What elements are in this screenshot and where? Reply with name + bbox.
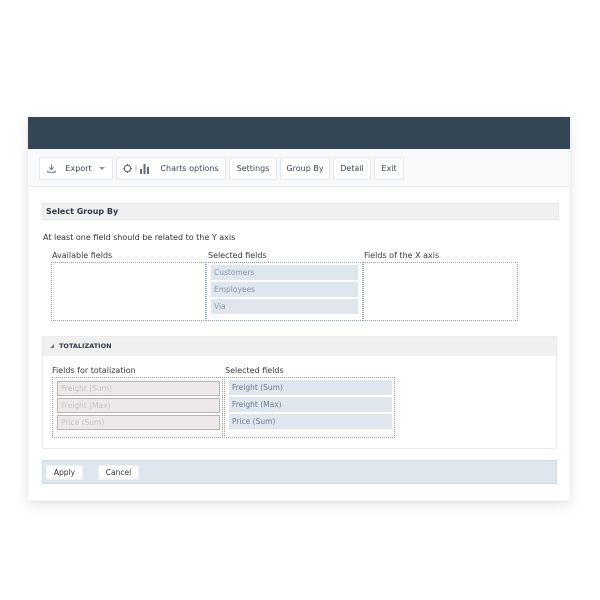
settings-label: Settings [236, 164, 270, 173]
list-item[interactable]: Freight (Sum) [229, 380, 392, 395]
group-by-label: Group By [286, 164, 324, 173]
export-button[interactable]: Export [39, 157, 113, 180]
fields-for-totalization-label: Fields for totalization [52, 366, 136, 375]
dialog-footer: Apply Cancel [42, 460, 557, 484]
exit-button[interactable]: Exit [374, 157, 404, 180]
x-axis-fields-list[interactable] [363, 262, 518, 321]
separator-icon [135, 164, 137, 173]
download-icon [47, 164, 57, 173]
list-item[interactable]: Freight (Max) [57, 398, 220, 413]
section-title: Select Group By [42, 203, 559, 220]
exit-label: Exit [381, 164, 397, 173]
group-by-dialog: Export Charts options Settings Group By … [28, 117, 570, 501]
selected-fields-label: Selected fields [208, 251, 267, 260]
totalization-panel: TOTALIZATION Fields for totalization Sel… [42, 336, 557, 449]
detail-button[interactable]: Detail [333, 157, 371, 180]
available-fields-list[interactable] [51, 262, 206, 321]
chevron-down-icon [98, 167, 105, 170]
toolbar: Export Charts options Settings Group By … [28, 149, 570, 187]
list-item[interactable]: Price (Sum) [229, 414, 392, 429]
available-fields-label: Available fields [52, 251, 113, 260]
totalization-fields-list[interactable]: Freight (Sum) Freight (Max) Price (Sum) [52, 377, 223, 438]
charts-options-label: Charts options [160, 164, 219, 173]
group-by-button[interactable]: Group By [280, 157, 330, 180]
totalization-header[interactable]: TOTALIZATION [43, 337, 556, 356]
list-item[interactable]: Freight (Sum) [57, 381, 220, 396]
top-header-bar [28, 117, 570, 149]
totalization-selected-label: Selected fields [225, 366, 284, 375]
charts-options-button[interactable]: Charts options [116, 157, 226, 180]
list-item[interactable]: Via [211, 299, 358, 314]
settings-button[interactable]: Settings [229, 157, 277, 180]
hint-text: At least one field should be related to … [43, 233, 236, 242]
list-item[interactable]: Employees [211, 282, 358, 297]
selected-fields-list[interactable]: Customers Employees Via [206, 262, 363, 321]
detail-label: Detail [340, 164, 364, 173]
cancel-button[interactable]: Cancel [98, 465, 139, 480]
list-item[interactable]: Customers [211, 265, 358, 280]
totalization-title: TOTALIZATION [59, 342, 112, 350]
list-item[interactable]: Freight (Max) [229, 397, 392, 412]
x-axis-fields-label: Fields of the X axis [364, 251, 440, 260]
bar-chart-icon [140, 163, 150, 174]
gear-icon [123, 164, 133, 173]
collapse-triangle-icon [50, 344, 54, 348]
list-item[interactable]: Price (Sum) [57, 415, 220, 430]
export-label: Export [65, 164, 92, 173]
totalization-selected-list[interactable]: Freight (Sum) Freight (Max) Price (Sum) [224, 377, 395, 438]
apply-button[interactable]: Apply [46, 465, 83, 480]
